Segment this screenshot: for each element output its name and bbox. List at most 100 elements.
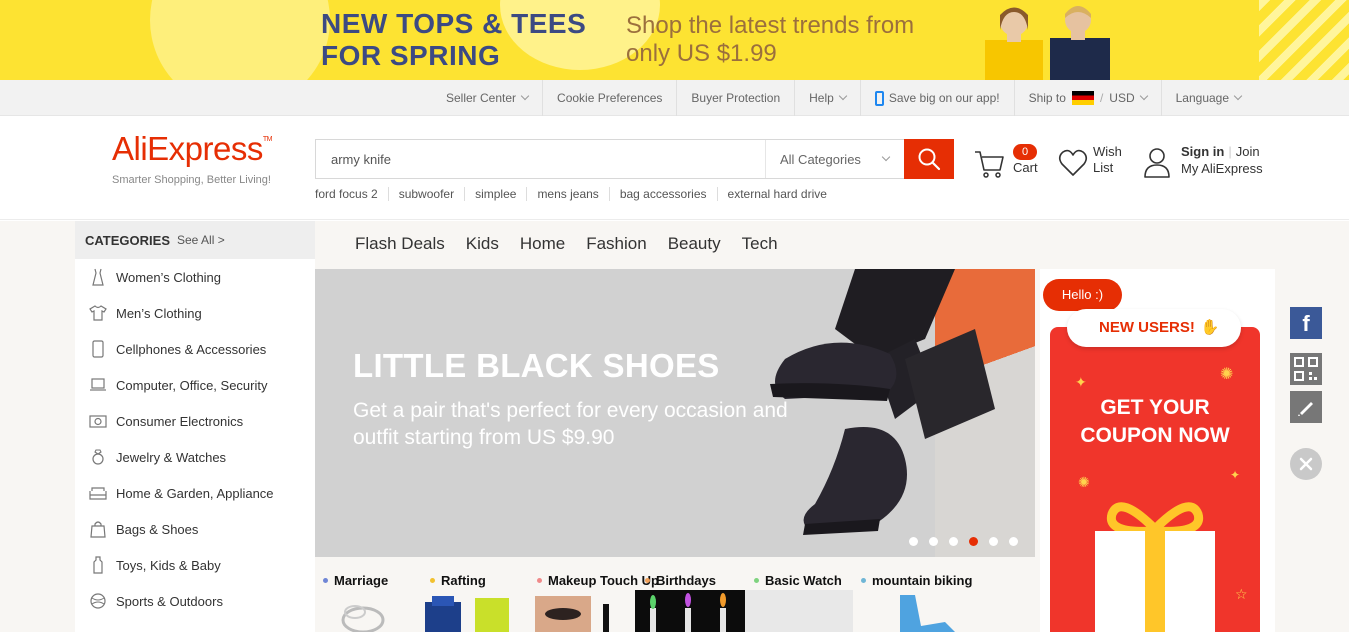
wish-list-button[interactable]: Wish List bbox=[1058, 144, 1138, 184]
sidebar-item-womens-clothing[interactable]: Women’s Clothing bbox=[75, 259, 315, 295]
sidebar-item-computer[interactable]: Computer, Office, Security bbox=[75, 367, 315, 403]
facebook-share-button[interactable]: f bbox=[1290, 307, 1322, 339]
help-menu[interactable]: Help bbox=[795, 80, 861, 116]
currency-separator: / bbox=[1099, 91, 1104, 105]
app-promo-link[interactable]: Save big on our app! bbox=[861, 80, 1015, 116]
sidebar-item-cellphones[interactable]: Cellphones & Accessories bbox=[75, 331, 315, 367]
site-header: AliExpressTM Smarter Shopping, Better Li… bbox=[0, 117, 1349, 220]
seller-center-link[interactable]: Seller Center bbox=[432, 80, 544, 116]
search-category-select[interactable]: All Categories bbox=[765, 140, 904, 178]
shirt-icon bbox=[89, 304, 107, 322]
mini-category-birthdays[interactable]: Birthdays bbox=[645, 573, 716, 588]
sidebar-item-bags-shoes[interactable]: Bags & Shoes bbox=[75, 511, 315, 547]
sidebar-item-label: Women’s Clothing bbox=[116, 269, 222, 285]
ship-to-label: Ship to bbox=[1028, 91, 1066, 105]
carousel-dot-active[interactable] bbox=[969, 537, 978, 546]
promo-stripes bbox=[1259, 0, 1349, 80]
hot-search-link[interactable]: simplee bbox=[465, 187, 528, 201]
mobile-phone-icon bbox=[874, 90, 884, 106]
cart-button[interactable]: 0 Cart bbox=[973, 142, 1043, 182]
cookie-preferences-link[interactable]: Cookie Preferences bbox=[543, 80, 678, 116]
promo-decoration bbox=[150, 0, 330, 80]
tab-beauty[interactable]: Beauty bbox=[668, 234, 721, 254]
close-rail-button[interactable] bbox=[1290, 448, 1322, 480]
sidebar-item-jewelry[interactable]: Jewelry & Watches bbox=[75, 439, 315, 475]
tab-fashion[interactable]: Fashion bbox=[586, 234, 646, 254]
sidebar-item-toys-kids[interactable]: Toys, Kids & Baby bbox=[75, 547, 315, 583]
bullet-dot bbox=[645, 578, 650, 583]
app-promo-label: Save big on our app! bbox=[888, 91, 1000, 105]
chevron-down-icon bbox=[838, 91, 848, 101]
categories-header: CATEGORIES See All > bbox=[75, 221, 315, 259]
hot-search-link[interactable]: subwoofer bbox=[389, 187, 466, 201]
aliexpress-logo[interactable]: AliExpressTM bbox=[112, 130, 273, 168]
seller-center-label: Seller Center bbox=[446, 91, 517, 105]
search-input[interactable] bbox=[316, 140, 765, 178]
qr-code-icon bbox=[1294, 357, 1318, 381]
search-category-label: All Categories bbox=[780, 151, 861, 167]
facebook-icon: f bbox=[1302, 311, 1310, 336]
carousel-dot[interactable] bbox=[1009, 537, 1018, 546]
tab-kids[interactable]: Kids bbox=[466, 234, 499, 254]
bullet-dot bbox=[323, 578, 328, 583]
see-all-link[interactable]: See All > bbox=[177, 233, 225, 247]
tab-home[interactable]: Home bbox=[520, 234, 565, 254]
carousel-dot[interactable] bbox=[989, 537, 998, 546]
hot-search-link[interactable]: external hard drive bbox=[718, 187, 837, 201]
buyer-protection-label: Buyer Protection bbox=[691, 91, 781, 105]
search-button[interactable] bbox=[904, 139, 954, 179]
hot-search-link[interactable]: mens jeans bbox=[527, 187, 610, 201]
account-auth-links: Sign in | Join bbox=[1181, 144, 1260, 159]
tab-flash-deals[interactable]: Flash Deals bbox=[355, 234, 445, 254]
feedback-button[interactable] bbox=[1290, 391, 1322, 423]
qr-code-button[interactable] bbox=[1290, 353, 1322, 385]
germany-flag-icon bbox=[1071, 91, 1094, 105]
search-bar: All Categories bbox=[315, 139, 954, 179]
mini-category-basic-watch[interactable]: Basic Watch bbox=[754, 573, 842, 588]
hot-search-link[interactable]: bag accessories bbox=[610, 187, 718, 201]
close-icon bbox=[1299, 457, 1313, 471]
mini-category-marriage[interactable]: Marriage bbox=[323, 573, 388, 588]
hero-title: LITTLE BLACK SHOES bbox=[353, 347, 720, 384]
mini-category-makeup[interactable]: Makeup Touch Up bbox=[537, 573, 659, 588]
carousel-dot[interactable] bbox=[949, 537, 958, 546]
account-menu[interactable]: Sign in | Join My AliExpress bbox=[1143, 142, 1283, 182]
promo-banner[interactable]: NEW TOPS & TEES FOR SPRING Shop the late… bbox=[0, 0, 1349, 80]
promo-subline: Shop the latest trends from only US $1.9… bbox=[626, 12, 915, 67]
categories-sidebar: CATEGORIES See All > Women’s Clothing Me… bbox=[75, 221, 315, 632]
sidebar-item-sports[interactable]: Sports & Outdoors bbox=[75, 583, 315, 619]
carousel-dots bbox=[909, 537, 1029, 546]
join-link[interactable]: Join bbox=[1236, 144, 1260, 159]
buyer-protection-link[interactable]: Buyer Protection bbox=[677, 80, 796, 116]
coupon-card bbox=[1050, 327, 1260, 632]
sign-in-link[interactable]: Sign in bbox=[1181, 144, 1224, 159]
chevron-down-icon bbox=[881, 152, 891, 162]
mini-category-label: Rafting bbox=[441, 573, 486, 588]
my-aliexpress-link[interactable]: My AliExpress bbox=[1181, 161, 1263, 176]
ship-to-selector[interactable]: Ship to / USD bbox=[1015, 80, 1162, 116]
mini-category-rafting[interactable]: Rafting bbox=[430, 573, 486, 588]
sidebar-item-label: Men’s Clothing bbox=[116, 305, 202, 321]
phone-icon bbox=[89, 340, 107, 358]
sidebar-item-label: Consumer Electronics bbox=[116, 413, 244, 429]
new-user-coupon-panel[interactable]: Hello :) NEW USERS! ✋ GET YOUR COUPON NOW… bbox=[1040, 269, 1275, 632]
dress-icon bbox=[89, 268, 107, 286]
hot-search-link[interactable]: ford focus 2 bbox=[315, 187, 389, 201]
sidebar-item-label: Toys, Kids & Baby bbox=[116, 557, 221, 573]
tab-tech[interactable]: Tech bbox=[742, 234, 778, 254]
sidebar-item-consumer-electronics[interactable]: Consumer Electronics bbox=[75, 403, 315, 439]
sidebar-item-home-garden[interactable]: Home & Garden, Appliance bbox=[75, 475, 315, 511]
carousel-dot[interactable] bbox=[929, 537, 938, 546]
hero-carousel[interactable]: LITTLE BLACK SHOES Get a pair that's per… bbox=[315, 269, 1035, 557]
sidebar-item-label: Sports & Outdoors bbox=[116, 593, 223, 609]
bullet-dot bbox=[861, 578, 866, 583]
carousel-dot[interactable] bbox=[909, 537, 918, 546]
sidebar-item-label: Bags & Shoes bbox=[116, 521, 199, 537]
language-selector[interactable]: Language bbox=[1162, 80, 1255, 116]
sidebar-item-mens-clothing[interactable]: Men’s Clothing bbox=[75, 295, 315, 331]
mini-category-mountain-biking[interactable]: mountain biking bbox=[861, 573, 972, 588]
auth-separator: | bbox=[1228, 144, 1232, 159]
user-icon bbox=[1144, 148, 1170, 178]
bullet-dot bbox=[430, 578, 435, 583]
language-label: Language bbox=[1175, 91, 1230, 105]
